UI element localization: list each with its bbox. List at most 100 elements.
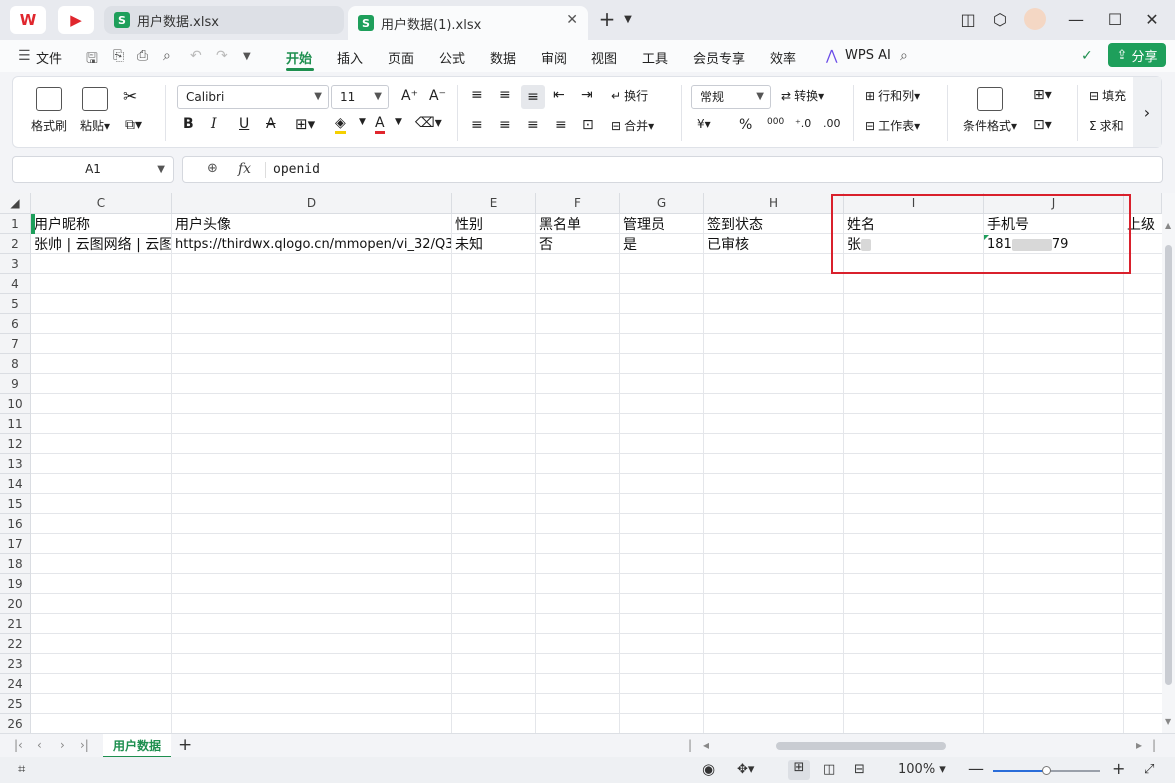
print-preview-icon[interactable]: ⌕ [163, 48, 171, 64]
column-header-g[interactable]: G [620, 193, 704, 214]
row-header-12[interactable]: 12 [0, 434, 31, 454]
cell-c2[interactable]: 张帅 | 云图网络 | 云图 [31, 235, 171, 255]
number-format-select[interactable]: 常规 ▼ [691, 85, 771, 109]
format-painter-button[interactable]: 格式刷 [29, 87, 69, 134]
tab-file-1[interactable]: S 用户数据.xlsx [104, 6, 344, 34]
align-bottom-icon[interactable]: ≡ [521, 85, 545, 109]
scroll-right-icon[interactable]: ▸ [1136, 738, 1142, 752]
last-sheet-icon[interactable]: ›| [80, 738, 89, 752]
export-icon[interactable]: ⎘ [113, 48, 124, 64]
ribbon-scroll-right[interactable]: › [1133, 77, 1161, 147]
cell-e2[interactable]: 未知 [452, 235, 535, 255]
minimize-icon[interactable]: — [1066, 10, 1086, 29]
eye-protect-icon[interactable]: ◉ [702, 760, 715, 778]
row-header-9[interactable]: 9 [0, 374, 31, 394]
worksheet-button[interactable]: ⊟ 工作表 ▾ [865, 117, 920, 134]
chevron-down-icon[interactable]: ▼ [395, 117, 402, 127]
zoom-slider[interactable] [993, 766, 1100, 775]
scroll-up-icon[interactable]: ▲ [1165, 221, 1171, 230]
font-name-select[interactable]: Calibri ▼ [177, 85, 329, 109]
row-header-1[interactable]: 1 [0, 214, 31, 234]
row-header-17[interactable]: 17 [0, 534, 31, 554]
row-header-18[interactable]: 18 [0, 554, 31, 574]
row-header-8[interactable]: 8 [0, 354, 31, 374]
share-button[interactable]: ⇪ 分享 [1108, 43, 1166, 67]
zoom-out-button[interactable]: — [968, 759, 984, 778]
menu-formula[interactable]: 公式 [439, 48, 465, 67]
menu-tools[interactable]: 工具 [642, 48, 668, 67]
search-icon[interactable]: ⌕ [900, 48, 908, 64]
first-sheet-icon[interactable]: |‹ [14, 738, 23, 752]
column-header-c[interactable]: C [31, 193, 172, 214]
vertical-scrollbar[interactable]: ▲ ▼ [1162, 193, 1175, 733]
fill-button[interactable]: ⊟ 填充 [1089, 87, 1126, 104]
cell-f2[interactable]: 否 [536, 235, 619, 255]
copy-icon[interactable]: ⧉▾ [125, 117, 142, 133]
cell-f1[interactable]: 黑名单 [536, 215, 619, 235]
cell-h1[interactable]: 签到状态 [704, 215, 843, 235]
menu-data[interactable]: 数据 [490, 48, 516, 67]
cell-style-icon[interactable]: ⊡▾ [1033, 117, 1052, 133]
page-layout-icon[interactable]: ◫ [823, 762, 835, 777]
avatar[interactable] [1024, 8, 1046, 30]
wrap-text-button[interactable]: ↵ 换行 [611, 87, 648, 104]
reading-mode-icon[interactable]: ✥▾ [737, 762, 754, 777]
menu-review[interactable]: 审阅 [541, 48, 567, 67]
border-icon[interactable]: ⊞▾ [295, 115, 315, 133]
row-header-7[interactable]: 7 [0, 334, 31, 354]
eraser-icon[interactable]: ⌫▾ [415, 115, 442, 131]
zoom-icon[interactable]: ⊕ [207, 161, 218, 176]
page-break-icon[interactable]: ⊟ [854, 762, 865, 777]
menu-view[interactable]: 视图 [591, 48, 617, 67]
redo-icon[interactable]: ↷ [216, 48, 228, 64]
close-window-icon[interactable]: ✕ [1142, 10, 1162, 29]
zoom-in-button[interactable]: + [1112, 759, 1125, 778]
sum-button[interactable]: Σ 求和 [1089, 117, 1124, 134]
maximize-icon[interactable]: ☐ [1105, 10, 1125, 29]
cell-d1[interactable]: 用户头像 [172, 215, 451, 235]
menu-insert[interactable]: 插入 [337, 48, 363, 67]
fx-button[interactable]: fx [238, 161, 251, 177]
align-top-icon[interactable]: ≡ [471, 87, 483, 103]
cell-g2[interactable]: 是 [620, 235, 703, 255]
splitter-handle[interactable]: | [688, 738, 692, 752]
menu-home[interactable]: 开始 [286, 48, 312, 67]
paste-button[interactable]: 粘贴▾ [75, 87, 115, 134]
new-tab-button[interactable]: + [597, 7, 617, 31]
zoom-level[interactable]: 100% ▾ [898, 762, 946, 777]
menu-file[interactable]: 文件 [36, 48, 62, 67]
row-header-19[interactable]: 19 [0, 574, 31, 594]
row-header-26[interactable]: 26 [0, 714, 31, 733]
cell-h2[interactable]: 已审核 [704, 235, 843, 255]
layout-icon[interactable]: ◫ [958, 10, 978, 29]
indent-increase-icon[interactable]: ⇥ [581, 87, 593, 103]
undo-icon[interactable]: ↶ [190, 48, 202, 64]
indent-decrease-icon[interactable]: ⇤ [553, 87, 565, 103]
currency-button[interactable]: ¥ ▾ [697, 117, 711, 131]
column-header-f[interactable]: F [536, 193, 620, 214]
row-header-2[interactable]: 2 [0, 234, 31, 254]
split-icon[interactable]: | [1152, 738, 1156, 752]
table-style-icon[interactable]: ⊞▾ [1033, 87, 1052, 103]
font-decrease-icon[interactable]: A⁻ [429, 88, 446, 104]
fill-color-icon[interactable]: ◈ [335, 115, 346, 134]
align-center-icon[interactable]: ≡ [499, 117, 511, 133]
tab-file-2[interactable]: S 用户数据(1).xlsx ✕ [348, 6, 588, 40]
normal-view-icon[interactable]: ⊞ [788, 760, 810, 780]
scroll-left-icon[interactable]: ◂ [703, 738, 709, 752]
font-size-select[interactable]: 11 ▼ [331, 85, 389, 109]
row-header-11[interactable]: 11 [0, 414, 31, 434]
pdf-icon[interactable]: ▶ [58, 6, 94, 34]
align-middle-icon[interactable]: ≡ [499, 87, 511, 103]
spreadsheet-grid[interactable]: ◢ C D E F G H I J 1 2 3 4 5 6 7 8 9 10 11 12 13 14 15 1… [0, 193, 1162, 733]
close-icon[interactable]: ✕ [566, 12, 578, 28]
row-header-24[interactable]: 24 [0, 674, 31, 694]
menu-efficiency[interactable]: 效率 [770, 48, 796, 67]
cell-c1[interactable]: 用户昵称 [31, 215, 171, 235]
row-header-25[interactable]: 25 [0, 694, 31, 714]
distribute-icon[interactable]: ⊡ [582, 117, 594, 133]
menu-page[interactable]: 页面 [388, 48, 414, 67]
align-left-icon[interactable]: ≡ [471, 117, 483, 133]
menu-wps-ai[interactable]: WPS AI [845, 48, 891, 63]
next-sheet-icon[interactable]: › [60, 738, 65, 752]
